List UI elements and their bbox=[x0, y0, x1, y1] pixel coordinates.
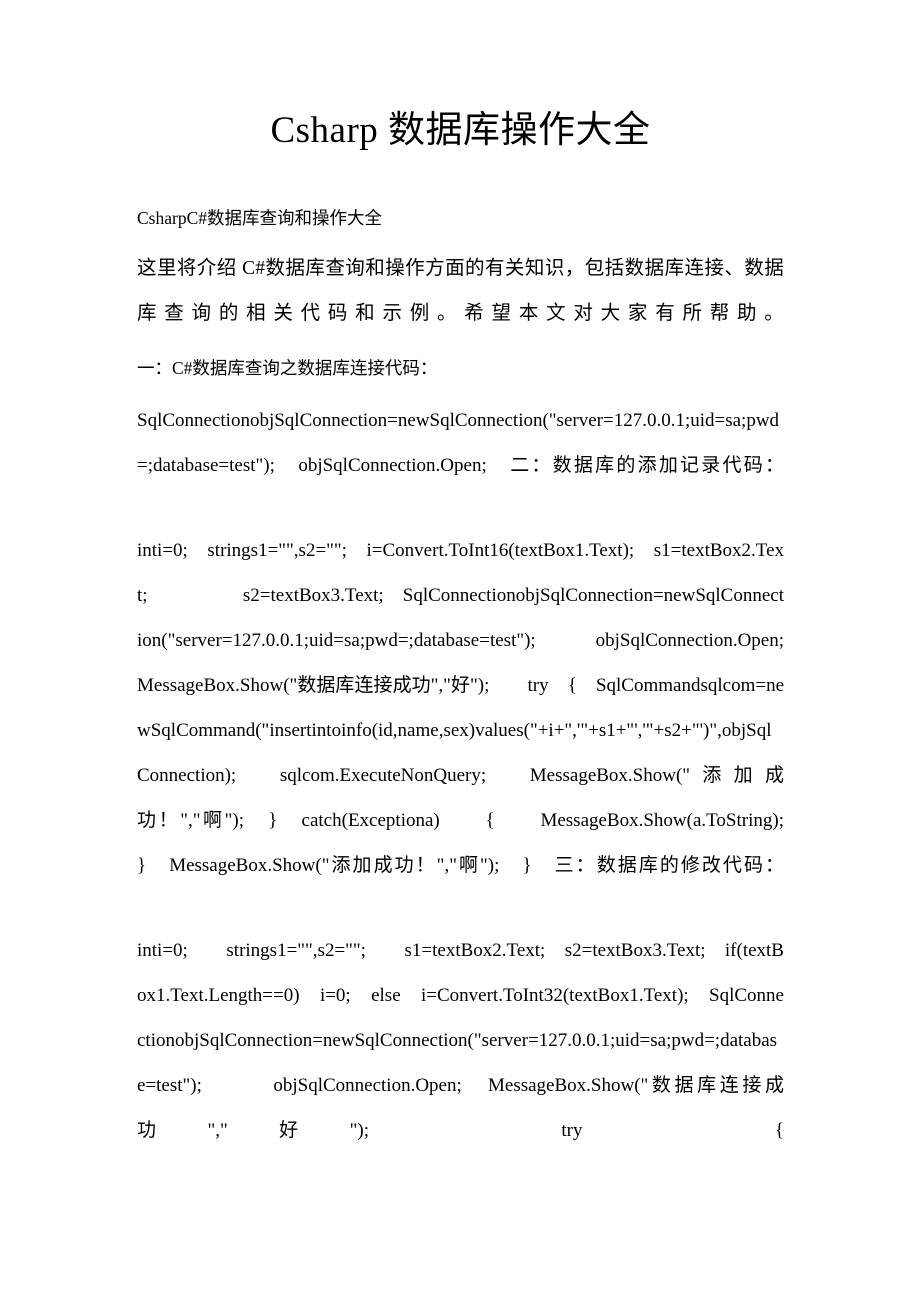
code-block-two: inti=0; strings1="",s2=""; i=Convert.ToI… bbox=[137, 540, 823, 876]
code-block-three: inti=0; strings1="",s2=""; s1=textBox2.T… bbox=[137, 940, 784, 1141]
document-page: Csharp 数据库操作大全 CsharpC#数据库查询和操作大全 这里将介绍 … bbox=[0, 0, 920, 1302]
code-block-one: SqlConnectionobjSqlConnection=newSqlConn… bbox=[137, 410, 784, 476]
page-title: Csharp 数据库操作大全 bbox=[270, 110, 651, 151]
document-subtitle: CsharpC#数据库查询和操作大全 bbox=[137, 208, 382, 228]
section-one-heading: 一：C#数据库查询之数据库连接代码： bbox=[137, 358, 438, 378]
